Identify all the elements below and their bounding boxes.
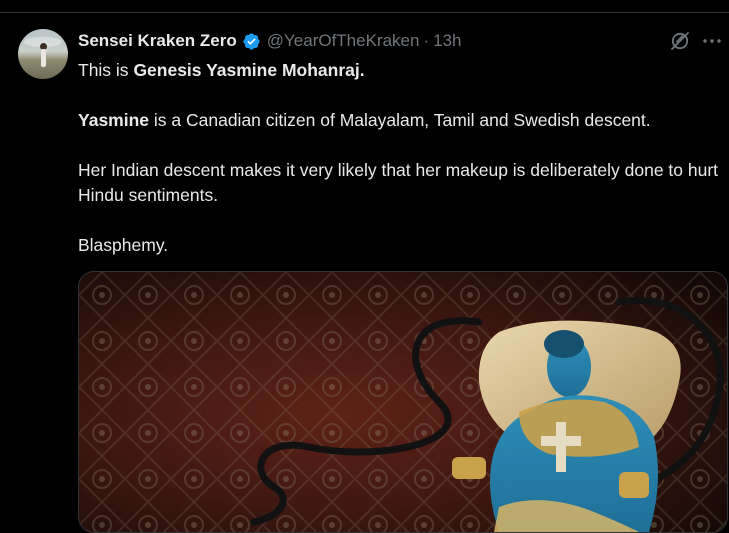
tweet-line-4: Blasphemy. <box>78 235 169 255</box>
top-divider <box>0 12 729 13</box>
more-icon[interactable] <box>700 29 724 53</box>
tweet-timestamp[interactable]: 13h <box>433 31 461 51</box>
tweet-line-1-prefix: This is <box>78 60 134 80</box>
tweet-line-1: This is Genesis Yasmine Mohanraj. <box>78 58 726 83</box>
verified-badge-icon[interactable] <box>242 32 261 51</box>
tweet-media-image[interactable] <box>78 271 728 533</box>
tweet-text: This is Genesis Yasmine Mohanraj. Yasmin… <box>78 58 726 258</box>
tweet-header: Sensei Kraken Zero @YearOfTheKraken · 13… <box>78 30 462 52</box>
tweet-line-1-name: Genesis Yasmine Mohanraj. <box>133 60 365 80</box>
author-display-name[interactable]: Sensei Kraken Zero <box>78 31 237 51</box>
tweet-line-2-rest: is a Canadian citizen of Malayalam, Tami… <box>149 110 651 130</box>
tweet-line-3: Her Indian descent makes it very likely … <box>78 160 719 205</box>
tweet-line-2-name: Yasmine <box>78 110 150 130</box>
avatar[interactable] <box>18 29 68 79</box>
avatar-figure <box>41 49 46 67</box>
tweet-line-2: Yasmine is a Canadian citizen of Malayal… <box>78 108 726 133</box>
media-photo <box>79 272 727 532</box>
header-separator: · <box>423 31 430 50</box>
grok-icon[interactable] <box>668 29 692 53</box>
author-handle[interactable]: @YearOfTheKraken <box>267 31 420 51</box>
